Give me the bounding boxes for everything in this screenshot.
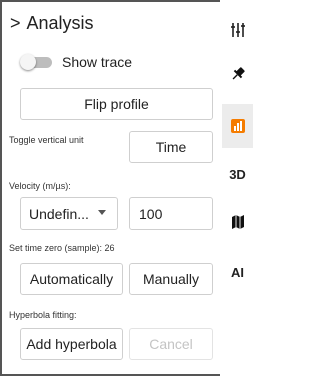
ai-label: AI [231,264,244,280]
caret-down-icon [98,210,106,215]
velocity-label: Velocity (m/µs): [9,181,71,191]
tab-ai[interactable]: AI [222,250,253,294]
show-trace-label: Show trace [62,54,133,70]
velocity-input[interactable]: 100 [129,197,213,230]
toggle-vertical-unit-label: Toggle vertical unit [9,135,84,145]
show-trace-row[interactable]: Show trace [20,54,132,70]
pin-icon [232,67,245,80]
set-time-zero-label: Set time zero (sample): 26 [9,243,115,253]
3d-label: 3D [229,166,246,182]
tab-analysis[interactable] [222,104,253,148]
automatically-button[interactable]: Automatically [20,263,123,295]
panel-header[interactable]: > Analysis [10,11,94,35]
tab-pin[interactable] [222,52,253,96]
manually-button[interactable]: Manually [129,263,213,295]
chevron-right-icon[interactable]: > [10,13,21,34]
velocity-select[interactable]: Undefin... [20,197,118,230]
cancel-button[interactable]: Cancel [129,328,213,360]
tab-settings[interactable] [222,8,253,52]
sliders-icon [230,23,245,37]
switch-knob[interactable] [20,54,36,70]
panel-title: Analysis [26,12,94,33]
velocity-select-value: Undefin... [29,205,89,222]
show-trace-switch[interactable] [20,54,52,70]
map-icon [231,215,244,229]
tab-map[interactable] [222,200,253,244]
hyperbola-fitting-label: Hyperbola fitting: [9,310,77,320]
flip-profile-button[interactable]: Flip profile [20,88,213,120]
add-hyperbola-button[interactable]: Add hyperbola [20,328,123,360]
analysis-panel: > Analysis Show trace Flip profile Toggl… [0,0,220,376]
time-unit-button[interactable]: Time [129,131,213,163]
chart-icon [230,119,245,133]
tab-3d[interactable]: 3D [222,152,253,196]
side-tab-bar: 3D AI [222,0,253,376]
